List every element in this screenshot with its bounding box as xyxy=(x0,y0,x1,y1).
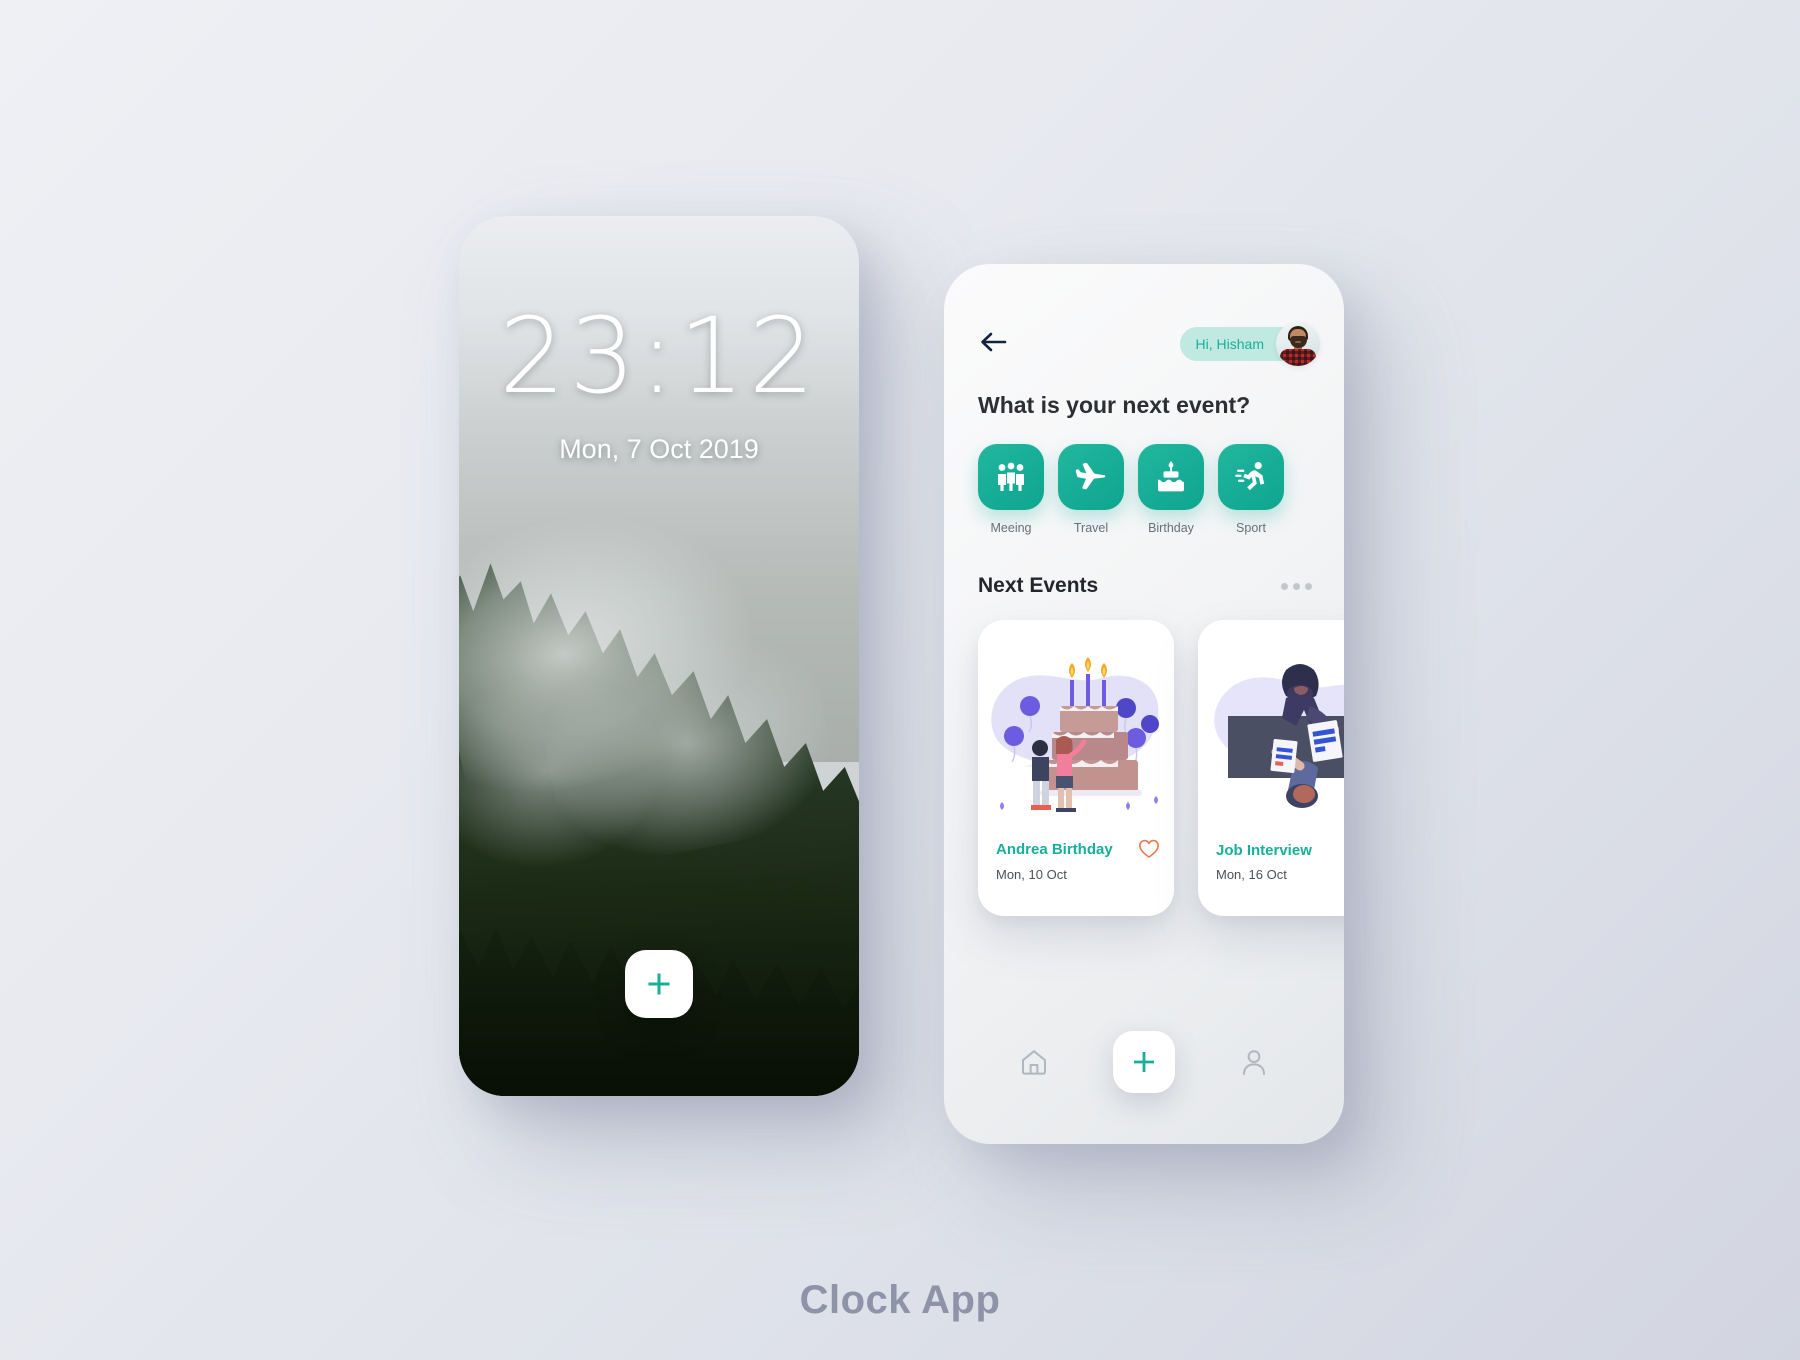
category-icon-box xyxy=(1058,444,1124,510)
interview-art-svg xyxy=(1214,664,1344,808)
plus-icon xyxy=(648,973,670,995)
nav-add-button[interactable] xyxy=(1113,1031,1175,1093)
lock-screen-phone: 23:12 Mon, 7 Oct 2019 xyxy=(459,216,859,1096)
clock-time: 23:12 xyxy=(499,295,819,417)
arrow-left-icon xyxy=(981,332,1007,351)
section-title: Next Events xyxy=(978,574,1099,597)
airplane-icon xyxy=(1075,462,1106,490)
running-icon xyxy=(1235,462,1265,491)
avatar-mouth xyxy=(1295,340,1301,343)
event-card-job-interview[interactable]: Job Interview Mon, 16 Oct xyxy=(1198,620,1344,916)
category-label: Sport xyxy=(1236,521,1266,535)
birthday-cake-illustration xyxy=(978,620,1174,832)
category-travel[interactable]: Travel xyxy=(1058,444,1124,535)
next-events-header: Next Events xyxy=(978,574,1312,598)
lock-add-button[interactable] xyxy=(625,950,693,1018)
nav-home-button[interactable] xyxy=(1013,1041,1055,1083)
category-icon-box xyxy=(978,444,1044,510)
event-title: Andrea Birthday xyxy=(996,840,1113,858)
ellipsis-icon[interactable] xyxy=(1281,582,1312,590)
category-label: Birthday xyxy=(1148,521,1194,535)
heart-outline-icon[interactable] xyxy=(1138,839,1160,859)
cake-icon xyxy=(1158,461,1184,492)
back-button[interactable] xyxy=(978,330,1008,359)
nav-profile-button[interactable] xyxy=(1233,1041,1275,1083)
category-birthday[interactable]: Birthday xyxy=(1138,444,1204,535)
event-date: Mon, 16 Oct xyxy=(1216,867,1287,882)
home-icon xyxy=(1022,1050,1046,1075)
category-icon-box xyxy=(1138,444,1204,510)
category-meeting[interactable]: Meeing xyxy=(978,444,1044,535)
category-list: Meeing Travel Birthday Sport xyxy=(978,444,1324,535)
category-icon-box xyxy=(1218,444,1284,510)
category-label: Travel xyxy=(1073,521,1109,535)
event-title: Job Interview xyxy=(1216,842,1312,859)
event-card-birthday[interactable]: Andrea Birthday Mon, 10 Oct xyxy=(978,620,1174,916)
lock-clock: 23:12 Mon, 7 Oct 2019 xyxy=(459,304,859,465)
app-topbar: Hi, Hisham xyxy=(978,316,1320,372)
job-interview-illustration xyxy=(1198,620,1344,832)
page-title: What is your next event? xyxy=(978,392,1251,418)
event-card-list: Andrea Birthday Mon, 10 Oct Job Intervie… xyxy=(978,620,1344,916)
bottom-navigation xyxy=(944,1022,1344,1102)
birthday-art-svg xyxy=(991,657,1159,812)
plus-icon xyxy=(1134,1052,1154,1072)
page-caption: Clock App xyxy=(799,1278,1001,1322)
event-card-footer: Andrea Birthday Mon, 10 Oct xyxy=(996,839,1160,882)
category-label: Meeing xyxy=(990,521,1032,535)
category-sport[interactable]: Sport xyxy=(1218,444,1284,535)
event-card-footer: Job Interview Mon, 16 Oct xyxy=(1216,842,1344,882)
clock-date: Mon, 7 Oct 2019 xyxy=(559,434,759,464)
app-screen: Hi, Hisham What is your next event? Meei… xyxy=(944,264,1344,1144)
event-date: Mon, 10 Oct xyxy=(996,867,1067,882)
avatar-plaid-shirt xyxy=(1280,349,1316,366)
people-icon xyxy=(998,462,1024,491)
person-icon xyxy=(1243,1050,1265,1075)
avatar[interactable] xyxy=(1276,322,1320,366)
profile-greeting-group[interactable]: Hi, Hisham xyxy=(1179,322,1320,366)
app-phone: Hi, Hisham What is your next event? Meei… xyxy=(944,264,1344,1144)
